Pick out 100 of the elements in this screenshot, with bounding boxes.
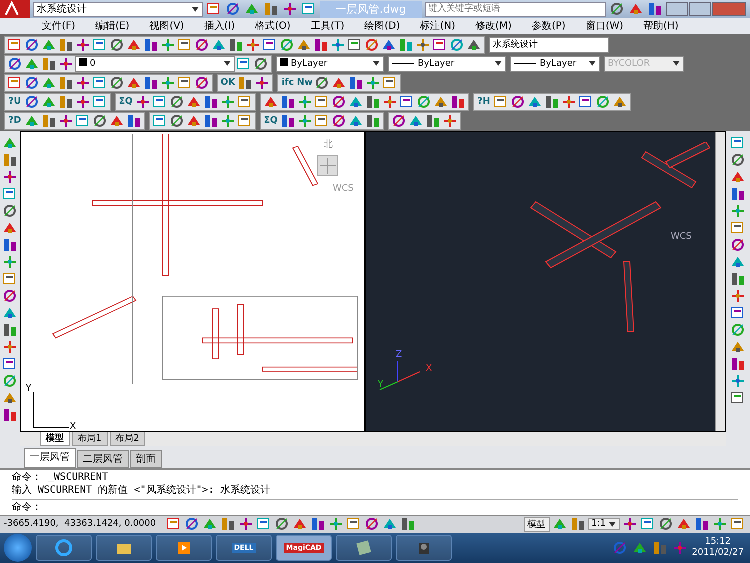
tool-button[interactable]: ?H (476, 94, 492, 110)
tool-icon[interactable] (135, 94, 151, 110)
tool-icon[interactable] (169, 112, 185, 128)
tool-icon[interactable] (313, 36, 329, 52)
tool-icon[interactable] (177, 74, 193, 90)
tool-icon[interactable] (237, 112, 253, 128)
tool-icon[interactable] (2, 271, 18, 287)
tool-button[interactable]: Nw (297, 74, 313, 90)
lineweight-dropdown[interactable]: ByLayer (510, 56, 600, 72)
tool-icon[interactable] (24, 94, 40, 110)
color-dropdown[interactable]: ByLayer (276, 56, 384, 72)
tool-icon[interactable] (152, 112, 168, 128)
tool-icon[interactable] (730, 288, 746, 304)
tool-icon[interactable] (143, 36, 159, 52)
tool-button[interactable]: ?D (7, 112, 23, 128)
tool-icon[interactable] (730, 152, 746, 168)
tool-icon[interactable] (310, 516, 326, 532)
caret-icon[interactable] (609, 522, 616, 526)
tool-icon[interactable] (442, 112, 458, 128)
tool-icon[interactable] (254, 74, 270, 90)
quick-access-icon[interactable] (225, 1, 242, 17)
taskbar-button[interactable] (96, 535, 152, 561)
tool-icon[interactable] (450, 94, 466, 110)
tool-icon[interactable] (399, 94, 415, 110)
tool-icon[interactable] (203, 112, 219, 128)
tool-icon[interactable] (730, 135, 746, 151)
tool-icon[interactable] (730, 237, 746, 253)
tool-icon[interactable] (510, 94, 526, 110)
vertical-scrollbar[interactable] (715, 132, 725, 431)
tool-icon[interactable] (415, 36, 431, 52)
start-button[interactable] (4, 534, 32, 562)
tool-icon[interactable] (7, 36, 23, 52)
tool-icon[interactable] (177, 36, 193, 52)
taskbar-button[interactable] (336, 535, 392, 561)
toolbar-icon[interactable] (609, 1, 625, 17)
tool-icon[interactable] (245, 36, 261, 52)
caret-icon[interactable] (192, 6, 200, 12)
tool-icon[interactable] (2, 288, 18, 304)
tool-icon[interactable] (347, 36, 363, 52)
tool-button[interactable]: ?U (7, 94, 23, 110)
caret-icon[interactable] (589, 61, 596, 66)
annotation-scale-button[interactable]: 1:1 (588, 518, 620, 530)
tool-icon[interactable] (237, 74, 253, 90)
tool-icon[interactable] (194, 74, 210, 90)
tool-icon[interactable] (143, 74, 159, 90)
tool-icon[interactable] (220, 516, 236, 532)
tool-icon[interactable] (237, 94, 253, 110)
tool-icon[interactable] (24, 74, 40, 90)
tool-icon[interactable] (166, 516, 182, 532)
tool-icon[interactable] (274, 516, 290, 532)
tool-icon[interactable] (169, 94, 185, 110)
tool-icon[interactable] (730, 390, 746, 406)
layout-tab[interactable]: 布局2 (110, 432, 146, 446)
tool-icon[interactable] (640, 516, 656, 532)
tool-icon[interactable] (694, 516, 710, 532)
tool-icon[interactable] (280, 112, 296, 128)
tool-icon[interactable] (24, 36, 40, 52)
caret-icon[interactable] (495, 61, 502, 66)
tool-icon[interactable] (75, 36, 91, 52)
workspace-dropdown[interactable]: 水系统设计 (33, 2, 204, 16)
tool-icon[interactable] (730, 305, 746, 321)
taskbar-button[interactable] (36, 535, 92, 561)
tool-icon[interactable] (730, 271, 746, 287)
tool-icon[interactable] (561, 94, 577, 110)
sheet-tab[interactable]: 二层风管 (77, 450, 129, 468)
tool-icon[interactable] (331, 112, 347, 128)
search-field[interactable]: 键入关键字或短语 (424, 2, 606, 16)
tool-icon[interactable] (2, 322, 18, 338)
quick-access-icon[interactable] (206, 1, 222, 17)
tool-icon[interactable] (364, 516, 380, 532)
tool-icon[interactable] (58, 56, 74, 72)
tool-icon[interactable] (2, 339, 18, 355)
tool-button[interactable]: ΣQ (118, 94, 134, 110)
tool-icon[interactable] (314, 112, 330, 128)
menu-item[interactable]: 参数(P) (522, 18, 576, 34)
menu-item[interactable]: 窗口(W) (576, 18, 634, 34)
tool-icon[interactable] (253, 56, 269, 72)
tool-icon[interactable] (570, 516, 586, 532)
menu-item[interactable]: 修改(M) (466, 18, 522, 34)
maximize-button[interactable] (689, 2, 711, 16)
layer-dropdown[interactable]: 0 (75, 56, 235, 72)
tool-icon[interactable] (2, 152, 18, 168)
model-space-button[interactable]: 模型 (524, 516, 550, 532)
menu-item[interactable]: 编辑(E) (86, 18, 140, 34)
menu-item[interactable]: 视图(V) (140, 18, 194, 34)
tool-icon[interactable] (314, 74, 330, 90)
tool-icon[interactable] (92, 74, 108, 90)
taskbar-button[interactable] (396, 535, 452, 561)
tool-icon[interactable] (382, 74, 398, 90)
tool-icon[interactable] (730, 220, 746, 236)
tool-icon[interactable] (228, 36, 244, 52)
tool-icon[interactable] (622, 516, 638, 532)
tool-icon[interactable] (92, 112, 108, 128)
tool-icon[interactable] (7, 74, 23, 90)
tool-icon[interactable] (75, 112, 91, 128)
tool-icon[interactable] (2, 169, 18, 185)
tool-icon[interactable] (730, 186, 746, 202)
tool-icon[interactable] (236, 56, 252, 72)
tool-icon[interactable] (391, 112, 407, 128)
tray-icon[interactable] (652, 540, 668, 556)
